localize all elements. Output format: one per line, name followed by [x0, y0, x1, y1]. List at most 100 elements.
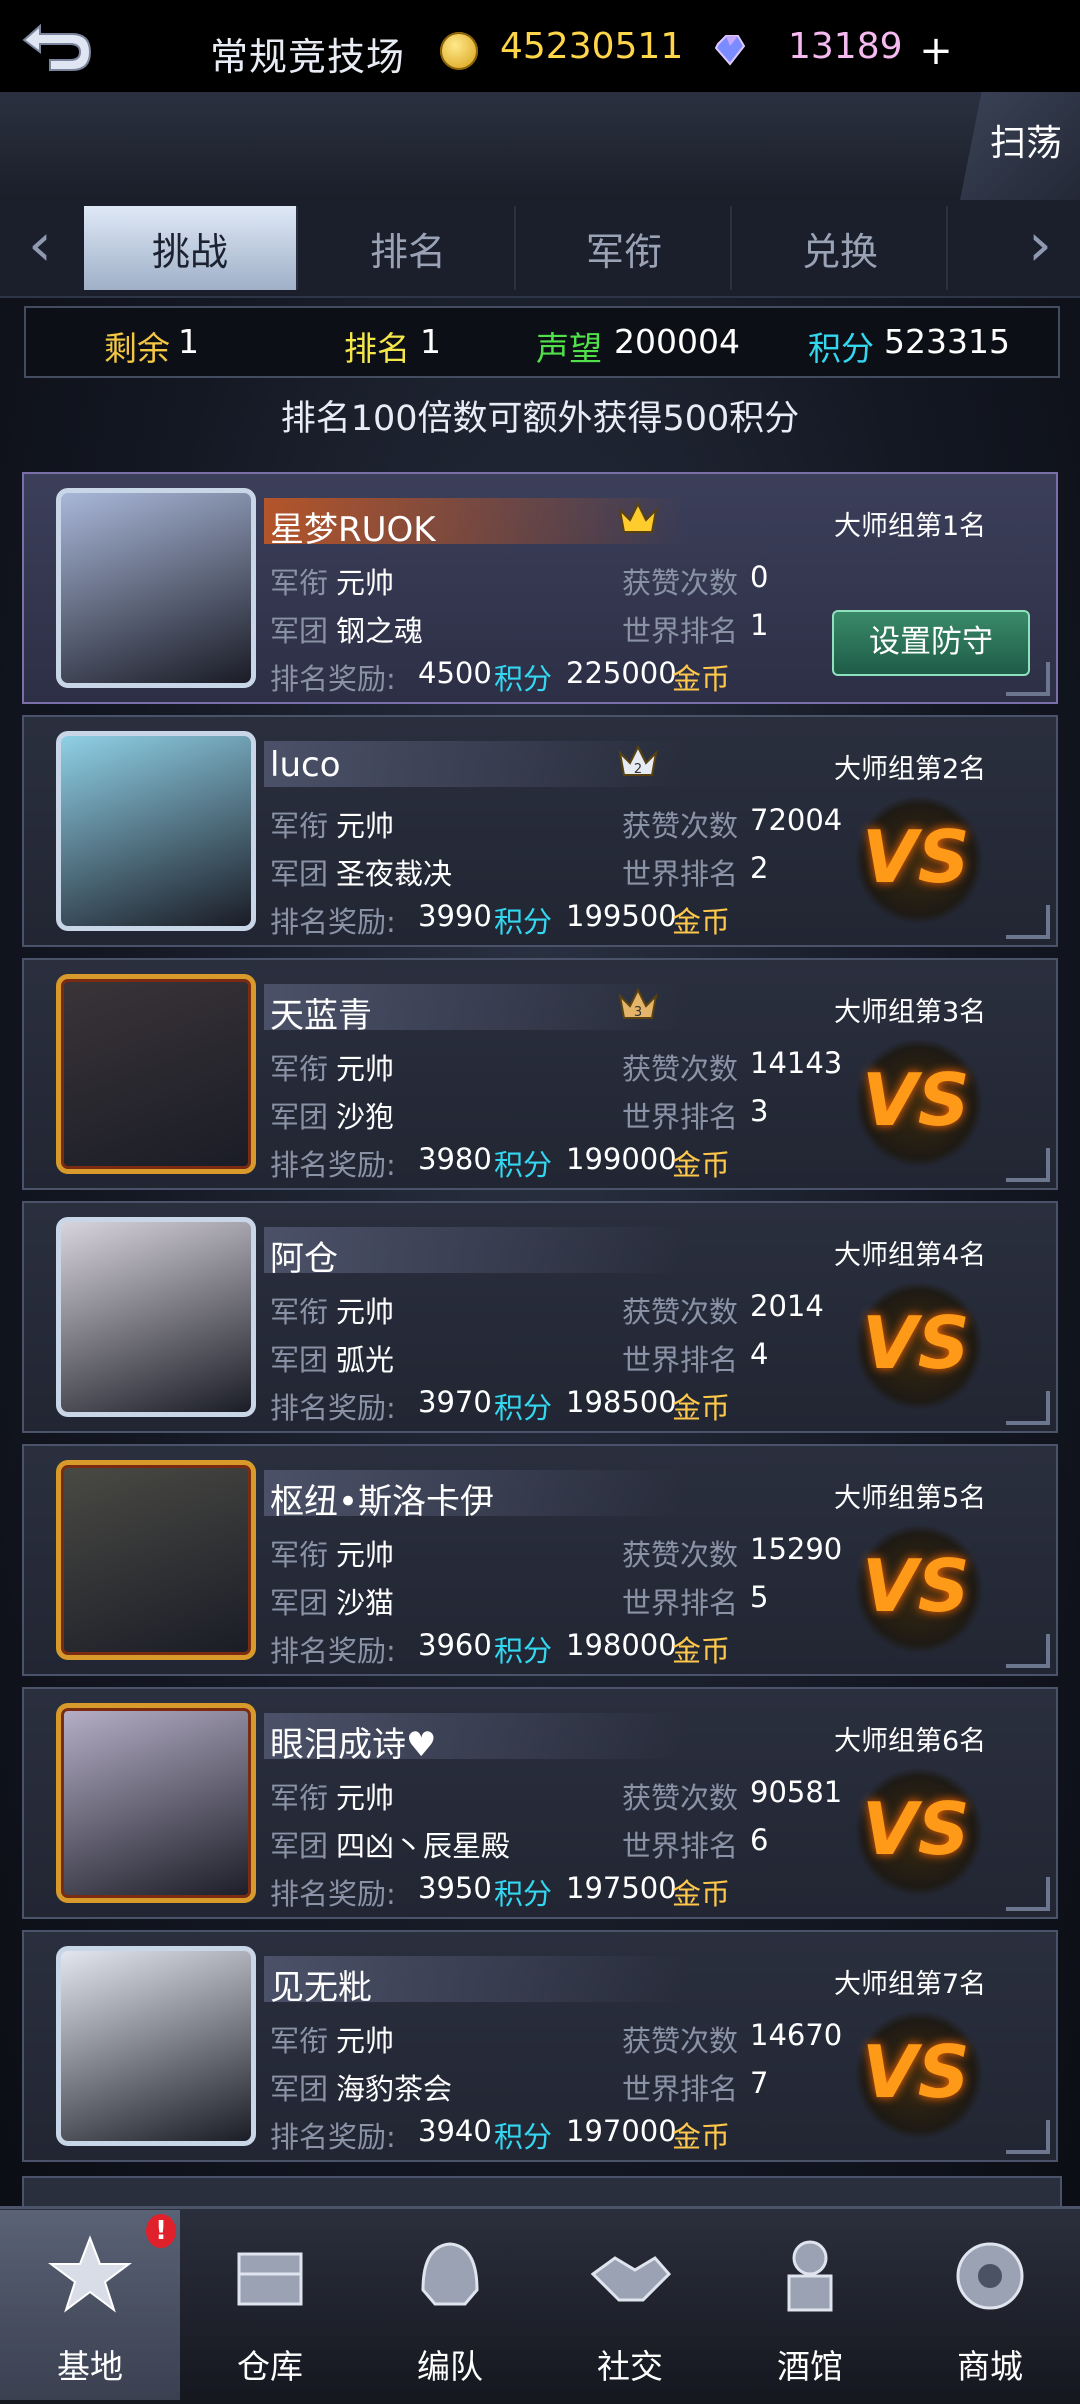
points-unit: 积分 [494, 905, 553, 939]
card-corner-decoration [1006, 662, 1050, 696]
reward-label: 排名奖励: [270, 905, 396, 939]
set-defense-button[interactable]: 设置防守 [832, 610, 1030, 676]
remaining-value: 1 [178, 322, 199, 361]
rank-value: 1 [420, 322, 441, 361]
rank-title-label: 军衔 [270, 2024, 329, 2058]
add-gems-button[interactable]: + [918, 31, 954, 71]
world-rank-label: 世界排名 [622, 1100, 739, 1134]
rank-title-label: 军衔 [270, 566, 329, 600]
reward-label: 排名奖励: [270, 1148, 396, 1182]
reward-coins: 199000 [566, 1142, 677, 1176]
nav-label: 仓库 [237, 2347, 303, 2386]
base-star-icon [48, 2235, 132, 2313]
gem-icon [714, 35, 746, 66]
vs-challenge-button[interactable]: VS [854, 1524, 984, 1654]
tab-left-arrow-icon[interactable]: ‹ [20, 210, 60, 280]
player-avatar[interactable] [56, 731, 256, 931]
world-rank-label: 世界排名 [622, 857, 739, 891]
player-name: luco [270, 745, 341, 785]
points-unit: 积分 [494, 1391, 553, 1425]
top-header [0, 92, 1080, 202]
reward-points: 3940 [418, 2114, 492, 2148]
opponent-card[interactable]: 眼泪成诗♥ 大师组第6名 军衔 元帅 军团 四凶丶辰星殿 获赞次数 90581 世界排名 6 排名奖… [22, 1687, 1058, 1919]
player-avatar[interactable] [56, 1946, 256, 2146]
world-rank-value: 3 [750, 1094, 769, 1128]
prestige-label: 声望 [536, 329, 602, 368]
legion-label: 军团 [270, 1586, 329, 1620]
tab-military-rank[interactable]: 军衔 [518, 206, 732, 290]
coin-unit: 金币 [672, 1391, 731, 1425]
tab-right-arrow-icon[interactable]: › [1020, 210, 1060, 280]
nav-item-tavern-bartender[interactable]: 酒馆 [720, 2210, 900, 2400]
vs-challenge-button[interactable]: VS [854, 1767, 984, 1897]
coin-unit: 金币 [672, 1877, 731, 1911]
vs-label: VS [862, 2030, 970, 2114]
back-arrow-icon [22, 23, 92, 71]
card-corner-decoration [1006, 1391, 1050, 1425]
rank-title-value: 元帅 [336, 1295, 395, 1329]
points-label: 积分 [808, 329, 874, 368]
world-rank-value: 5 [750, 1580, 769, 1614]
card-corner-decoration [1006, 1148, 1050, 1182]
player-name: 枢纽•斯洛卡伊 [270, 1482, 495, 1522]
nav-item-shop-robot[interactable]: 商城 [900, 2210, 1080, 2400]
likes-value: 0 [750, 560, 769, 594]
tab-exchange[interactable]: 兑换 [734, 206, 948, 290]
legion-label: 军团 [270, 2072, 329, 2106]
likes-label: 获赞次数 [622, 1295, 739, 1329]
nav-item-formation-helmet[interactable]: 编队 [360, 2210, 540, 2400]
player-name: 阿仓 [270, 1239, 338, 1279]
reward-points: 3980 [418, 1142, 492, 1176]
reward-label: 排名奖励: [270, 1391, 396, 1425]
player-avatar[interactable] [56, 974, 256, 1174]
player-avatar[interactable] [56, 1460, 256, 1660]
reward-coins: 199500 [566, 899, 677, 933]
crown-number: 2 [634, 762, 642, 777]
prestige-value: 200004 [614, 322, 740, 361]
legion-value: 沙猫 [336, 1586, 395, 1620]
nav-item-warehouse-crate[interactable]: 仓库 [180, 2210, 360, 2400]
nav-label: 社交 [597, 2347, 663, 2386]
likes-value: 14670 [750, 2018, 843, 2052]
legion-label: 军团 [270, 614, 329, 648]
points-unit: 积分 [494, 1148, 553, 1182]
world-rank-value: 4 [750, 1337, 769, 1371]
likes-value: 2014 [750, 1289, 824, 1323]
rank-title-label: 军衔 [270, 1295, 329, 1329]
vs-challenge-button[interactable]: VS [854, 1038, 984, 1168]
likes-label: 获赞次数 [622, 566, 739, 600]
nav-label: 基地 [57, 2347, 123, 2386]
vs-challenge-button[interactable]: VS [854, 795, 984, 925]
likes-label: 获赞次数 [622, 809, 739, 843]
opponent-card[interactable]: 天蓝青 3 大师组第3名 军衔 元帅 军团 沙狍 获赞次数 14143 世界排名 3 排名奖励: 398… [22, 958, 1058, 1190]
legion-label: 军团 [270, 1343, 329, 1377]
opponent-card[interactable]: 星梦RUOK 大师组第1名 军衔 元帅 军团 钢之魂 获赞次数 0 世界排名 1 排名奖励: 4500… [22, 472, 1058, 704]
sweep-button[interactable]: 扫荡 [968, 96, 1080, 176]
player-avatar[interactable] [56, 488, 256, 688]
rank-title-value: 元帅 [336, 1781, 395, 1815]
legion-value: 四凶丶辰星殿 [336, 1829, 511, 1863]
back-button[interactable] [10, 18, 100, 88]
likes-value: 72004 [750, 803, 843, 837]
vs-challenge-button[interactable]: VS [854, 1281, 984, 1411]
opponent-card[interactable]: 枢纽•斯洛卡伊 大师组第5名 军衔 元帅 军团 沙猫 获赞次数 15290 世界排名 5 排名奖励:… [22, 1444, 1058, 1676]
nav-item-social-handshake[interactable]: 社交 [540, 2210, 720, 2400]
opponent-card[interactable]: 阿仓 大师组第4名 军衔 元帅 军团 弧光 获赞次数 2014 世界排名 4 排名奖励: 3970 积分… [22, 1201, 1058, 1433]
card-corner-decoration [1006, 1634, 1050, 1668]
rank-crown-icon: 2 [618, 744, 658, 777]
rank-title-value: 元帅 [336, 1052, 395, 1086]
reward-label: 排名奖励: [270, 2120, 396, 2154]
tab-ranking[interactable]: 排名 [302, 206, 516, 290]
player-avatar[interactable] [56, 1703, 256, 1903]
tab-challenge[interactable]: 挑战 [84, 206, 298, 290]
reward-label: 排名奖励: [270, 662, 396, 696]
opponent-card[interactable]: luco 2 大师组第2名 军衔 元帅 军团 圣夜裁决 获赞次数 72004 世界排名 2 排名奖励:… [22, 715, 1058, 947]
reward-label: 排名奖励: [270, 1634, 396, 1668]
player-avatar[interactable] [56, 1217, 256, 1417]
card-corner-decoration [1006, 2120, 1050, 2154]
reward-points: 3960 [418, 1628, 492, 1662]
vs-challenge-button[interactable]: VS [854, 2010, 984, 2140]
opponent-card[interactable]: 见无粃 大师组第7名 军衔 元帅 军团 海豹茶会 获赞次数 14670 世界排名 7 排名奖励: 39… [22, 1930, 1058, 2162]
bonus-hint: 排名100倍数可额外获得500积分 [280, 399, 800, 439]
coin-unit: 金币 [672, 2120, 731, 2154]
